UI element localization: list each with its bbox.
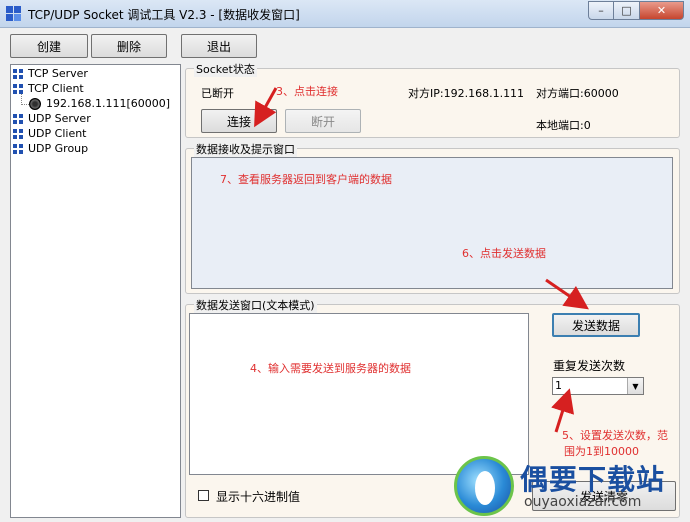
annotation-step7: 7、查看服务器返回到客户端的数据 xyxy=(220,173,392,186)
network-node-icon xyxy=(13,113,23,124)
client-area: 创建 删除 退出 TCP Server TCP Client 192.168.1… xyxy=(0,28,690,522)
watermark-en: ouyaoxiazai.com xyxy=(524,494,642,510)
tree-item-label: UDP Group xyxy=(28,142,89,155)
exit-button[interactable]: 退出 xyxy=(181,34,257,58)
network-node-icon xyxy=(13,128,23,139)
connect-button[interactable]: 连接 xyxy=(201,109,277,133)
tree-item-label: 192.168.1.111[60000] xyxy=(46,97,171,110)
repeat-count-label: 重复发送次数 xyxy=(553,359,626,373)
repeat-count-value: 1 xyxy=(555,379,562,392)
close-button[interactable]: ✕ xyxy=(640,1,684,20)
annotation-step5-line1: 5、设置发送次数，范 xyxy=(562,429,668,442)
tree-item-connection[interactable]: 192.168.1.111[60000] xyxy=(29,97,170,110)
network-node-icon xyxy=(13,83,23,94)
site-watermark: 偶要下载站 ouyaoxiazai.com xyxy=(454,456,684,516)
hex-display-label: 显示十六进制值 xyxy=(216,490,301,504)
tree-item-tcp-server[interactable]: TCP Server xyxy=(13,67,88,80)
send-data-button[interactable]: 发送数据 xyxy=(552,313,640,337)
network-node-icon xyxy=(13,68,23,79)
socket-status-legend: Socket状态 xyxy=(194,61,257,77)
connection-tree[interactable]: TCP Server TCP Client 192.168.1.111[6000… xyxy=(10,64,181,518)
repeat-count-select[interactable]: 1 ▼ xyxy=(552,377,644,395)
tree-item-tcp-client[interactable]: TCP Client xyxy=(13,82,84,95)
local-port: 本地端口:0 xyxy=(536,119,591,132)
socket-status-group: Socket状态 已断开 对方IP:192.168.1.111 对方端口:600… xyxy=(185,61,680,138)
title-bar: TCP/UDP Socket 调试工具 V2.3 - [数据收发窗口] – □ … xyxy=(0,0,690,28)
tree-item-udp-client[interactable]: UDP Client xyxy=(13,127,87,140)
delete-button[interactable]: 删除 xyxy=(91,34,167,58)
annotation-step4: 4、输入需要发送到服务器的数据 xyxy=(250,362,411,375)
minimize-button[interactable]: – xyxy=(588,1,614,20)
maximize-button[interactable]: □ xyxy=(614,1,640,20)
tree-item-udp-server[interactable]: UDP Server xyxy=(13,112,91,125)
tree-item-label: TCP Server xyxy=(28,67,88,80)
remote-ip: 对方IP:192.168.1.111 xyxy=(408,87,525,100)
disconnect-button[interactable]: 断开 xyxy=(285,109,361,133)
chevron-down-icon[interactable]: ▼ xyxy=(627,378,643,394)
annotation-step3: 3、点击连接 xyxy=(276,85,338,98)
hex-display-checkbox[interactable] xyxy=(198,490,209,501)
send-legend: 数据发送窗口(文本模式) xyxy=(194,297,317,313)
watermark-cn: 偶要下载站 xyxy=(520,463,666,496)
network-node-icon xyxy=(13,143,23,154)
connection-icon xyxy=(29,97,41,110)
send-textarea[interactable] xyxy=(189,313,529,475)
tree-item-label: TCP Client xyxy=(28,82,84,95)
connection-status: 已断开 xyxy=(201,87,234,100)
remote-port: 对方端口:60000 xyxy=(536,87,619,100)
window-title: TCP/UDP Socket 调试工具 V2.3 - [数据收发窗口] xyxy=(28,8,300,22)
annotation-step6: 6、点击发送数据 xyxy=(462,247,546,260)
tree-item-udp-group[interactable]: UDP Group xyxy=(13,142,88,155)
watermark-logo-icon xyxy=(454,456,514,516)
app-icon xyxy=(6,6,22,22)
receive-group: 数据接收及提示窗口 xyxy=(185,141,680,294)
tree-item-label: UDP Server xyxy=(28,112,91,125)
receive-legend: 数据接收及提示窗口 xyxy=(194,141,297,157)
create-button[interactable]: 创建 xyxy=(10,34,88,58)
tree-item-label: UDP Client xyxy=(28,127,87,140)
